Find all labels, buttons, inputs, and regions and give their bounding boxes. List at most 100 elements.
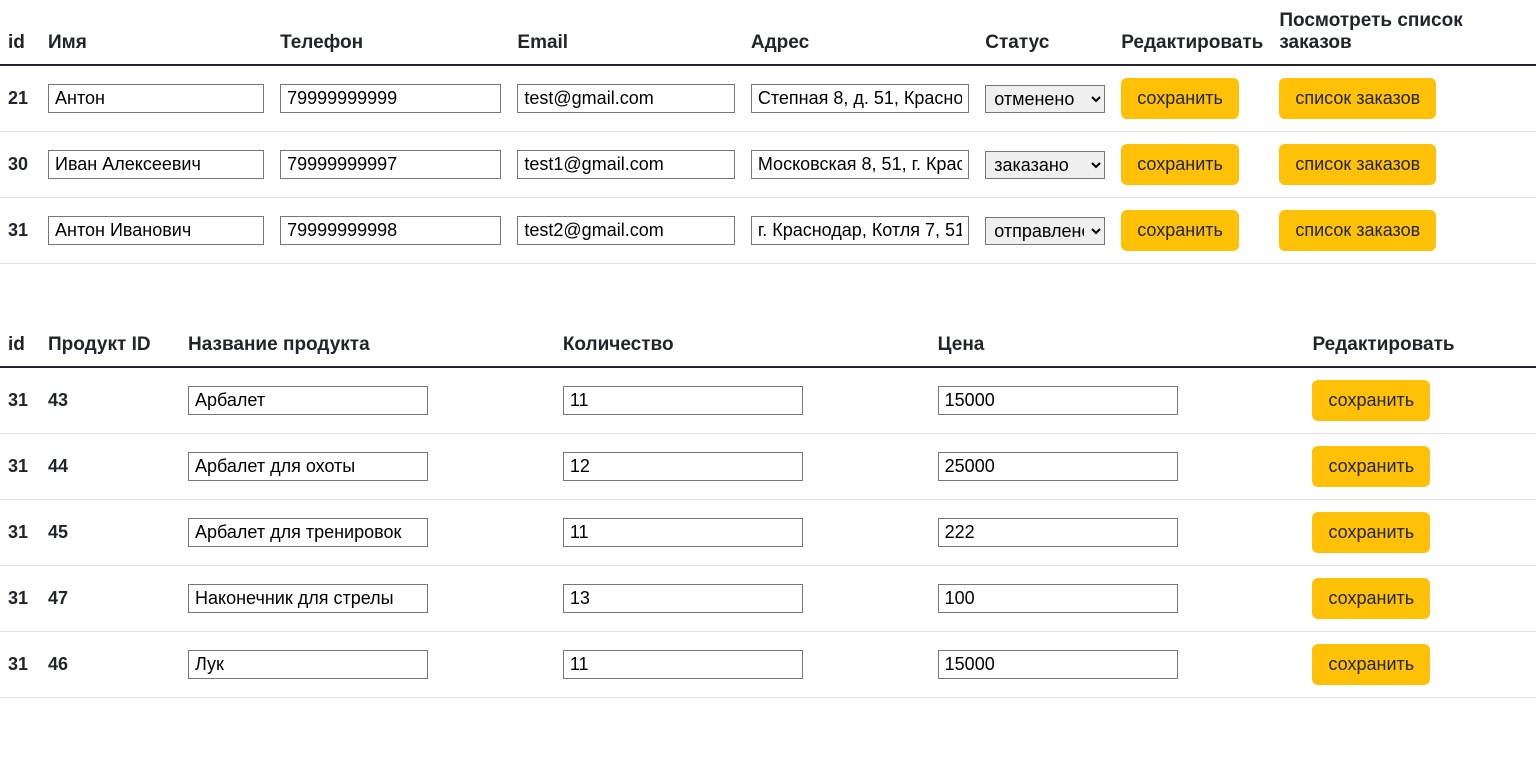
order-save-cell: сохранить	[1113, 132, 1271, 198]
product-product_name-cell	[180, 566, 555, 632]
product-quantity-input[interactable]	[563, 518, 803, 547]
product-product_name-input[interactable]	[188, 584, 428, 613]
save-button[interactable]: сохранить	[1121, 144, 1239, 185]
product-id-cell: 46	[40, 632, 180, 698]
product-quantity-input[interactable]	[563, 650, 803, 679]
product-price-cell	[930, 632, 1305, 698]
orders-list-button[interactable]: список заказов	[1279, 144, 1436, 185]
products-header-id: id	[0, 324, 40, 367]
order-phone-input[interactable]	[280, 84, 501, 113]
order-name-input[interactable]	[48, 84, 264, 113]
order-address-cell	[743, 132, 977, 198]
save-button[interactable]: сохранить	[1312, 512, 1430, 553]
product-product_name-input[interactable]	[188, 650, 428, 679]
product-price-cell	[930, 367, 1305, 434]
order-name-input[interactable]	[48, 216, 264, 245]
order-address-input[interactable]	[751, 84, 969, 113]
order-address-cell	[743, 198, 977, 264]
products-table: id Продукт ID Название продукта Количест…	[0, 324, 1536, 698]
product-product_name-input[interactable]	[188, 518, 428, 547]
order-email-input[interactable]	[517, 84, 734, 113]
order-name-cell	[40, 198, 272, 264]
order-list-cell: список заказов	[1271, 65, 1536, 132]
product-quantity-cell	[555, 566, 930, 632]
products-header-row: id Продукт ID Название продукта Количест…	[0, 324, 1536, 367]
product-quantity-input[interactable]	[563, 584, 803, 613]
products-header-price: Цена	[930, 324, 1305, 367]
order-address-input[interactable]	[751, 150, 969, 179]
product-price-cell	[930, 434, 1305, 500]
order-phone-cell	[272, 132, 509, 198]
product-price-input[interactable]	[938, 386, 1178, 415]
product-price-input[interactable]	[938, 650, 1178, 679]
product-price-input[interactable]	[938, 584, 1178, 613]
save-button[interactable]: сохранить	[1121, 210, 1239, 251]
order-status-cell: отмененозаказаноотправлено	[977, 198, 1113, 264]
product-order-id-cell: 31	[0, 500, 40, 566]
product-product_name-input[interactable]	[188, 386, 428, 415]
order-email-input[interactable]	[517, 216, 734, 245]
product-quantity-input[interactable]	[563, 452, 803, 481]
save-button[interactable]: сохранить	[1312, 446, 1430, 487]
order-name-cell	[40, 65, 272, 132]
product-save-cell: сохранить	[1304, 500, 1536, 566]
product-id-cell: 43	[40, 367, 180, 434]
order-phone-input[interactable]	[280, 150, 501, 179]
product-product_name-cell	[180, 367, 555, 434]
order-name-input[interactable]	[48, 150, 264, 179]
orders-header-view-orders: Посмотреть список заказов	[1271, 0, 1536, 65]
product-quantity-input[interactable]	[563, 386, 803, 415]
table-row: 3144 сохранить	[0, 434, 1536, 500]
save-button[interactable]: сохранить	[1312, 380, 1430, 421]
order-status-select[interactable]: отмененозаказаноотправлено	[985, 217, 1105, 245]
save-button[interactable]: сохранить	[1121, 78, 1239, 119]
product-save-cell: сохранить	[1304, 632, 1536, 698]
product-price-input[interactable]	[938, 518, 1178, 547]
table-row: 3145 сохранить	[0, 500, 1536, 566]
orders-list-button[interactable]: список заказов	[1279, 210, 1436, 251]
order-id-cell: 21	[0, 65, 40, 132]
product-quantity-cell	[555, 367, 930, 434]
orders-list-button[interactable]: список заказов	[1279, 78, 1436, 119]
product-price-input[interactable]	[938, 452, 1178, 481]
product-quantity-cell	[555, 500, 930, 566]
order-status-select[interactable]: отмененозаказаноотправлено	[985, 85, 1105, 113]
product-id-cell: 44	[40, 434, 180, 500]
order-email-cell	[509, 198, 742, 264]
save-button[interactable]: сохранить	[1312, 578, 1430, 619]
order-id-cell: 30	[0, 132, 40, 198]
product-product_name-input[interactable]	[188, 452, 428, 481]
orders-header-email: Email	[509, 0, 742, 65]
table-row: 31отмененозаказаноотправленосохранитьспи…	[0, 198, 1536, 264]
orders-header-address: Адрес	[743, 0, 977, 65]
product-product_name-cell	[180, 500, 555, 566]
products-header-edit: Редактировать	[1304, 324, 1536, 367]
orders-header-name: Имя	[40, 0, 272, 65]
product-price-cell	[930, 566, 1305, 632]
orders-header-row: id Имя Телефон Email Адрес Статус Редакт…	[0, 0, 1536, 65]
table-row: 21 отмененозаказаноотправлено сохранить спи…	[0, 65, 1536, 132]
order-phone-cell	[272, 198, 509, 264]
product-product_name-cell	[180, 632, 555, 698]
order-phone-input[interactable]	[280, 216, 501, 245]
order-address-input[interactable]	[751, 216, 969, 245]
product-order-id-cell: 31	[0, 367, 40, 434]
orders-header-id: id	[0, 0, 40, 65]
save-button[interactable]: сохранить	[1312, 644, 1430, 685]
product-order-id-cell: 31	[0, 434, 40, 500]
order-phone-cell	[272, 65, 509, 132]
order-email-input[interactable]	[517, 150, 734, 179]
product-id-cell: 45	[40, 500, 180, 566]
order-list-cell: список заказов	[1271, 198, 1536, 264]
table-row: 3143 сохранить	[0, 367, 1536, 434]
product-quantity-cell	[555, 434, 930, 500]
product-save-cell: сохранить	[1304, 434, 1536, 500]
order-status-select[interactable]: отмененозаказаноотправлено	[985, 151, 1105, 179]
order-name-cell	[40, 132, 272, 198]
products-header-quantity: Количество	[555, 324, 930, 367]
product-save-cell: сохранить	[1304, 566, 1536, 632]
orders-header-status: Статус	[977, 0, 1113, 65]
orders-header-phone: Телефон	[272, 0, 509, 65]
orders-header-edit: Редактировать	[1113, 0, 1271, 65]
orders-table: id Имя Телефон Email Адрес Статус Редакт…	[0, 0, 1536, 264]
